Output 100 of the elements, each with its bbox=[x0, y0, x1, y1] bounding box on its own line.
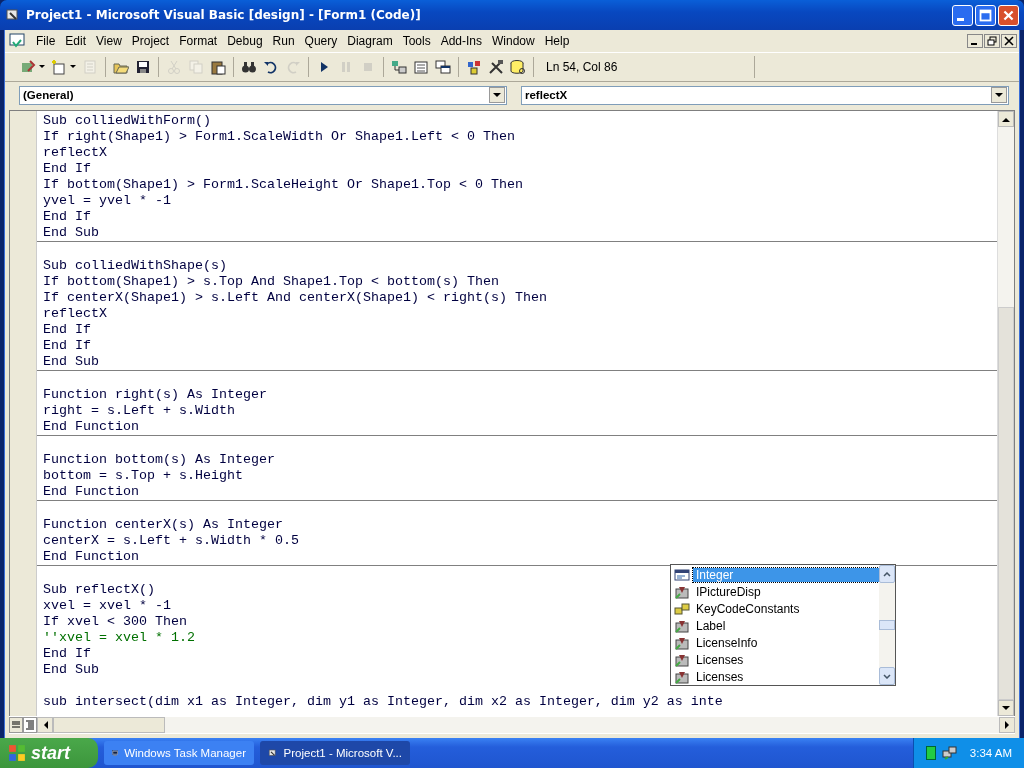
menu-item[interactable]: Debug bbox=[222, 34, 268, 48]
toolbox-icon bbox=[488, 59, 504, 75]
code-line: Sub colliedWithForm() bbox=[42, 113, 211, 129]
completion-item[interactable]: Licenses bbox=[671, 651, 879, 668]
close-button[interactable] bbox=[1001, 34, 1017, 48]
code-line: Sub colliedWithShape(s) bbox=[42, 258, 227, 274]
completion-item[interactable]: IPictureDisp bbox=[671, 583, 879, 600]
menu-item[interactable]: Run bbox=[267, 34, 300, 48]
menu-item[interactable]: Tools bbox=[397, 34, 436, 48]
procedure-view-icon bbox=[11, 720, 21, 730]
horizontal-scrollbar[interactable] bbox=[37, 717, 1015, 733]
enum-icon bbox=[674, 601, 690, 616]
taskbar-button[interactable]: Windows Task Manager bbox=[104, 741, 254, 765]
object-browser-icon bbox=[466, 59, 482, 75]
caret-icon bbox=[70, 65, 76, 69]
code-line: If bottom(Shape1) > s.Top And Shape1.Top < bottom(s) Then bbox=[42, 274, 499, 290]
properties-icon bbox=[413, 59, 429, 75]
code-line: right = s.Left + s.Width bbox=[42, 403, 235, 419]
completion-item[interactable]: KeyCodeConstants bbox=[671, 600, 879, 617]
scroll-thumb[interactable] bbox=[53, 717, 165, 733]
scroll-up-icon[interactable] bbox=[998, 111, 1014, 127]
paste-icon bbox=[210, 59, 226, 75]
object-dropdown[interactable]: (General) bbox=[19, 85, 507, 105]
code-line: sub intersect(dim x1 as Integer, dim y1 as Integer, dim x2 as Integer, dim y2 as inte bbox=[42, 694, 723, 710]
project-explorer-icon bbox=[391, 59, 407, 75]
full-module-view-button[interactable] bbox=[23, 717, 37, 733]
scroll-left-icon[interactable] bbox=[37, 717, 53, 733]
maximize-button[interactable] bbox=[975, 4, 996, 26]
scroll-right-icon[interactable] bbox=[999, 717, 1015, 733]
menu-item[interactable]: Window bbox=[487, 34, 540, 48]
copy-icon bbox=[188, 59, 204, 75]
restore-icon bbox=[987, 36, 997, 46]
scroll-thumb[interactable] bbox=[879, 620, 895, 630]
menu-item[interactable]: Format bbox=[174, 34, 223, 48]
minimize-icon bbox=[971, 42, 977, 45]
menu-item[interactable]: Diagram bbox=[342, 34, 398, 48]
cursor-position: Ln 54, Col 86 bbox=[545, 60, 619, 74]
cut-icon bbox=[166, 59, 182, 75]
full-module-view-icon bbox=[25, 720, 35, 730]
code-line: End If bbox=[42, 338, 91, 354]
undo-icon bbox=[263, 59, 279, 75]
procedure-view-button[interactable] bbox=[9, 717, 23, 733]
code-line: xvel = xvel * -1 bbox=[42, 598, 171, 614]
code-line: End If bbox=[42, 209, 91, 225]
menu-item[interactable]: Project bbox=[126, 34, 175, 48]
code-line: reflectX bbox=[42, 306, 107, 322]
code-line: reflectX bbox=[42, 145, 107, 161]
code-line: Sub reflectX() bbox=[42, 582, 155, 598]
menu-item[interactable]: Query bbox=[299, 34, 343, 48]
completion-item[interactable]: Licenses bbox=[671, 668, 879, 685]
scroll-down-icon[interactable] bbox=[998, 700, 1014, 716]
code-line: End Sub bbox=[42, 354, 99, 370]
code-line: Function centerX(s) As Integer bbox=[42, 517, 283, 533]
form-layout-icon bbox=[435, 59, 451, 75]
network-icon[interactable] bbox=[941, 745, 958, 761]
close-icon bbox=[1004, 36, 1014, 46]
class-icon bbox=[674, 652, 690, 667]
class-icon bbox=[674, 618, 690, 633]
restore-button[interactable] bbox=[984, 34, 1000, 48]
windows-flag-icon bbox=[8, 744, 26, 762]
minimize-button[interactable] bbox=[967, 34, 983, 48]
code-line: If right(Shape1) > Form1.ScaleWidth Or Shape1.Left < 0 Then bbox=[42, 129, 515, 145]
clock: 3:34 AM bbox=[969, 747, 1012, 759]
class-icon bbox=[674, 584, 690, 599]
minimize-icon bbox=[956, 17, 964, 21]
vertical-scrollbar[interactable] bbox=[997, 111, 1014, 716]
redo-icon bbox=[285, 59, 301, 75]
code-line: Function right(s) As Integer bbox=[42, 387, 267, 403]
taskbar-button[interactable]: Project1 - Microsoft V... bbox=[260, 741, 410, 765]
scroll-thumb[interactable] bbox=[998, 307, 1014, 700]
add-project-icon bbox=[20, 59, 36, 75]
code-line: End Function bbox=[42, 549, 139, 565]
code-line: ''xvel = xvel * 1.2 bbox=[42, 630, 195, 646]
completion-item[interactable]: Label bbox=[671, 617, 879, 634]
find-icon bbox=[241, 59, 257, 75]
list-scrollbar[interactable] bbox=[879, 565, 895, 685]
menu-editor-icon bbox=[82, 59, 98, 75]
save-icon bbox=[135, 59, 151, 75]
code-line: End If bbox=[42, 646, 91, 662]
window-title: Project1 - Microsoft Visual Basic [design] - [Form1 (Code)] bbox=[26, 8, 422, 22]
menu-item[interactable]: File bbox=[31, 34, 61, 48]
class-icon bbox=[674, 635, 690, 650]
code-line: End Sub bbox=[42, 225, 99, 241]
code-line: End If bbox=[42, 322, 91, 338]
menu-item[interactable]: Help bbox=[539, 34, 575, 48]
code-line: End Sub bbox=[42, 662, 99, 678]
menu-item[interactable]: View bbox=[91, 34, 127, 48]
menu-item[interactable]: Add-Ins bbox=[435, 34, 487, 48]
procedure-dropdown[interactable]: reflectX bbox=[521, 85, 1009, 105]
code-line: End Function bbox=[42, 419, 139, 435]
completion-item[interactable]: LicenseInfo bbox=[671, 634, 879, 651]
code-line: yvel = yvel * -1 bbox=[42, 193, 171, 209]
data-view-icon bbox=[510, 59, 526, 75]
code-line: If xvel < 300 Then bbox=[42, 614, 187, 630]
class-icon bbox=[674, 669, 690, 684]
code-line: End If bbox=[42, 161, 91, 177]
code-window-icon[interactable] bbox=[9, 33, 25, 49]
menu-item[interactable]: Edit bbox=[60, 34, 92, 48]
code-line: If centerX(Shape1) > s.Left And centerX(Shape1) < right(s) Then bbox=[42, 290, 547, 306]
code-line: Function bottom(s) As Integer bbox=[42, 452, 275, 468]
